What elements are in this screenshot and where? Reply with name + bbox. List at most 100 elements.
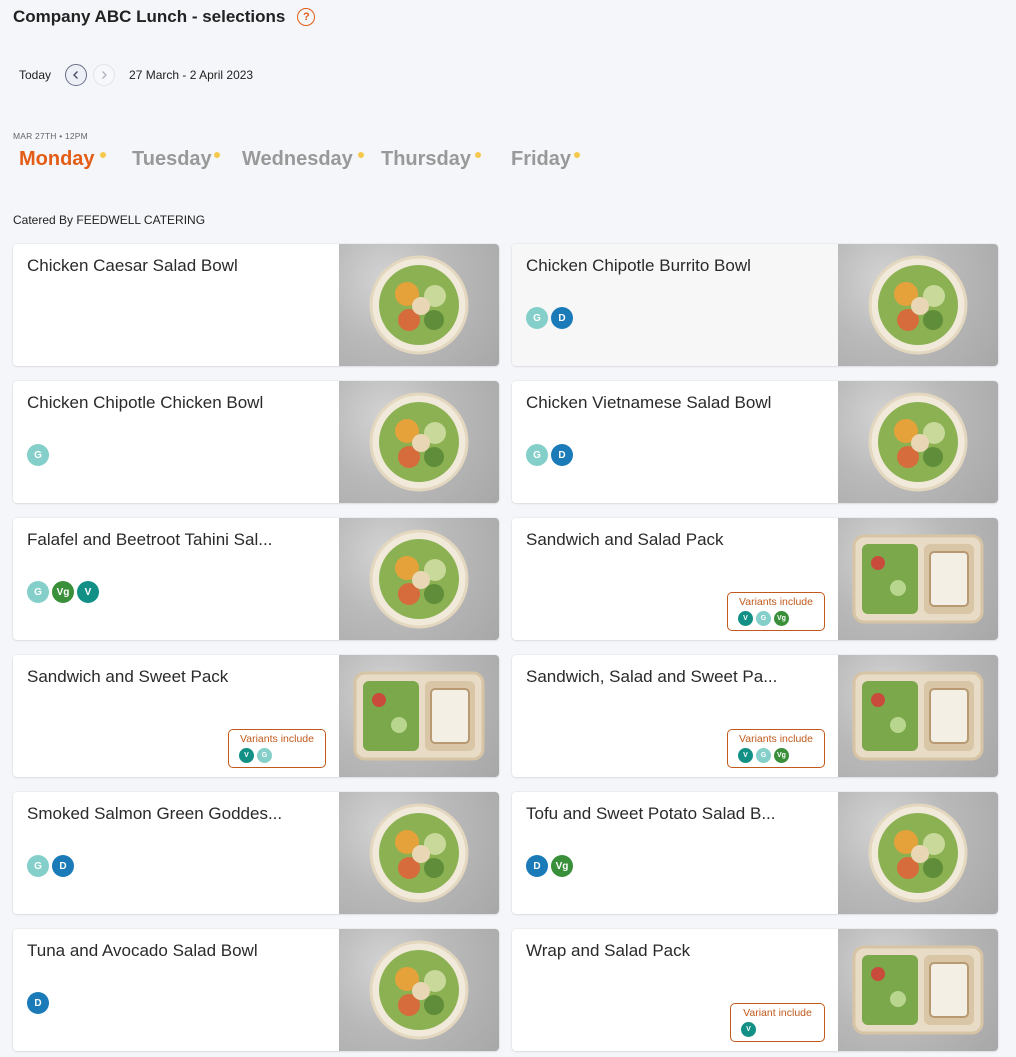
meal-card[interactable]: Chicken Vietnamese Salad Bowl G D: [512, 381, 998, 503]
meal-photo: [838, 655, 998, 777]
meal-title: Sandwich, Salad and Sweet Pa...: [526, 667, 778, 686]
meal-card[interactable]: Tuna and Avocado Salad Bowl D: [13, 929, 499, 1051]
meal-card[interactable]: Tofu and Sweet Potato Salad B... D Vg: [512, 792, 998, 914]
dietary-badge: G: [526, 307, 548, 329]
dietary-tags: D Vg: [526, 855, 576, 877]
meal-card[interactable]: Smoked Salmon Green Goddes... G D: [13, 792, 499, 914]
tab-friday[interactable]: Friday: [511, 148, 580, 171]
meal-card[interactable]: Sandwich and Sweet Pack Variants include V…: [13, 655, 499, 777]
tab-label: Monday: [19, 148, 95, 170]
variants-label: Variants include: [739, 596, 813, 608]
tab-monday[interactable]: Monday: [19, 148, 106, 171]
dietary-badge: G: [756, 611, 771, 626]
food-photo: [868, 255, 968, 355]
dietary-badge: Vg: [774, 748, 789, 763]
meal-photo: [838, 381, 998, 503]
meal-photo: [339, 381, 499, 503]
dietary-badge: G: [27, 855, 49, 877]
dietary-badge: V: [738, 748, 753, 763]
day-meta: MAR 27TH • 12PM: [13, 131, 88, 141]
dietary-badge: G: [27, 444, 49, 466]
status-dot: [358, 152, 364, 158]
meal-title: Wrap and Salad Pack: [526, 941, 691, 960]
dietary-badge: G: [27, 581, 49, 603]
food-photo: [852, 945, 984, 1035]
variants-box: Variants include V G: [228, 729, 326, 768]
tab-label: Wednesday: [242, 148, 353, 170]
caterer-label: Catered By FEEDWELL CATERING: [13, 213, 206, 227]
meal-photo: [838, 929, 998, 1051]
variant-tags: V: [741, 1022, 759, 1037]
dietary-badge: G: [526, 444, 548, 466]
food-photo: [852, 534, 984, 624]
next-week-button[interactable]: [93, 64, 116, 86]
chevron-right-icon: [102, 71, 108, 79]
meal-title: Chicken Vietnamese Salad Bowl: [526, 393, 772, 412]
dietary-badge: D: [551, 444, 573, 466]
help-circle-icon[interactable]: ?: [297, 8, 316, 26]
variants-label: Variants include: [739, 733, 813, 745]
dietary-badge: D: [526, 855, 548, 877]
today-button[interactable]: Today: [19, 68, 51, 82]
dietary-badge: D: [551, 307, 573, 329]
meal-card[interactable]: Wrap and Salad Pack Variant include V: [512, 929, 998, 1051]
dietary-badge: G: [756, 748, 771, 763]
dietary-badge: G: [257, 748, 272, 763]
meal-title: Falafel and Beetroot Tahini Sal...: [27, 530, 273, 549]
tab-wednesday[interactable]: Wednesday: [242, 148, 364, 171]
meal-photo: [339, 655, 499, 777]
dietary-badge: D: [52, 855, 74, 877]
meal-photo: [838, 792, 998, 914]
tab-tuesday[interactable]: Tuesday: [132, 148, 220, 171]
variant-tags: VG: [239, 748, 275, 763]
date-range: 27 March - 2 April 2023: [129, 68, 254, 82]
chevron-left-icon: [73, 71, 79, 79]
food-photo: [353, 671, 485, 761]
meal-photo: [339, 244, 499, 366]
meal-card[interactable]: Chicken Chipotle Burrito Bowl G D: [512, 244, 998, 366]
variants-box: Variants include V G Vg: [727, 592, 825, 631]
variant-tags: V G Vg: [738, 611, 792, 626]
meal-title: Chicken Chipotle Chicken Bowl: [27, 393, 264, 412]
meal-title: Tuna and Avocado Salad Bowl: [27, 941, 258, 960]
status-dot: [214, 152, 220, 158]
meal-card[interactable]: Chicken Caesar Salad Bowl: [13, 244, 499, 366]
food-photo: [868, 392, 968, 492]
dietary-badge: D: [27, 992, 49, 1014]
meal-title: Chicken Caesar Salad Bowl: [27, 256, 238, 275]
tab-thursday[interactable]: Thursday: [381, 148, 481, 171]
meal-card[interactable]: Sandwich and Salad Pack Variants include V…: [512, 518, 998, 640]
meal-photo: [838, 244, 998, 366]
dietary-badge: V: [741, 1022, 756, 1037]
dietary-tags: GD: [526, 307, 576, 329]
meal-card[interactable]: Sandwich, Salad and Sweet Pa... Variants …: [512, 655, 998, 777]
tab-label: Tuesday: [132, 148, 212, 170]
status-dot: [475, 152, 481, 158]
meal-title: Sandwich and Sweet Pack: [27, 667, 229, 686]
variant-tags: V G Vg: [738, 748, 792, 763]
meal-photo: [339, 929, 499, 1051]
dietary-badge: V: [77, 581, 99, 603]
dietary-tags: D: [27, 992, 52, 1014]
meal-card[interactable]: Falafel and Beetroot Tahini Sal... G Vg V: [13, 518, 499, 640]
meal-title: Sandwich and Salad Pack: [526, 530, 724, 549]
tab-label: Friday: [511, 148, 572, 170]
status-dot: [100, 152, 106, 158]
meal-title: Chicken Chipotle Burrito Bowl: [526, 256, 751, 275]
food-photo: [369, 940, 469, 1040]
variants-label: Variants include: [240, 733, 314, 745]
dietary-tags: GD: [526, 444, 576, 466]
meal-photo: [339, 518, 499, 640]
previous-week-button[interactable]: [65, 64, 88, 86]
variants-label: Variant include: [743, 1007, 812, 1019]
dietary-badge: Vg: [774, 611, 789, 626]
food-photo: [369, 392, 469, 492]
page-title-text: Company ABC Lunch - selections: [13, 7, 286, 26]
dietary-tags: G Vg V: [27, 581, 102, 603]
dietary-tags: G: [27, 444, 52, 466]
meal-card[interactable]: Chicken Chipotle Chicken Bowl G: [13, 381, 499, 503]
meal-photo: [339, 792, 499, 914]
dietary-tags: GD: [27, 855, 77, 877]
food-photo: [369, 255, 469, 355]
dietary-badge: V: [239, 748, 254, 763]
